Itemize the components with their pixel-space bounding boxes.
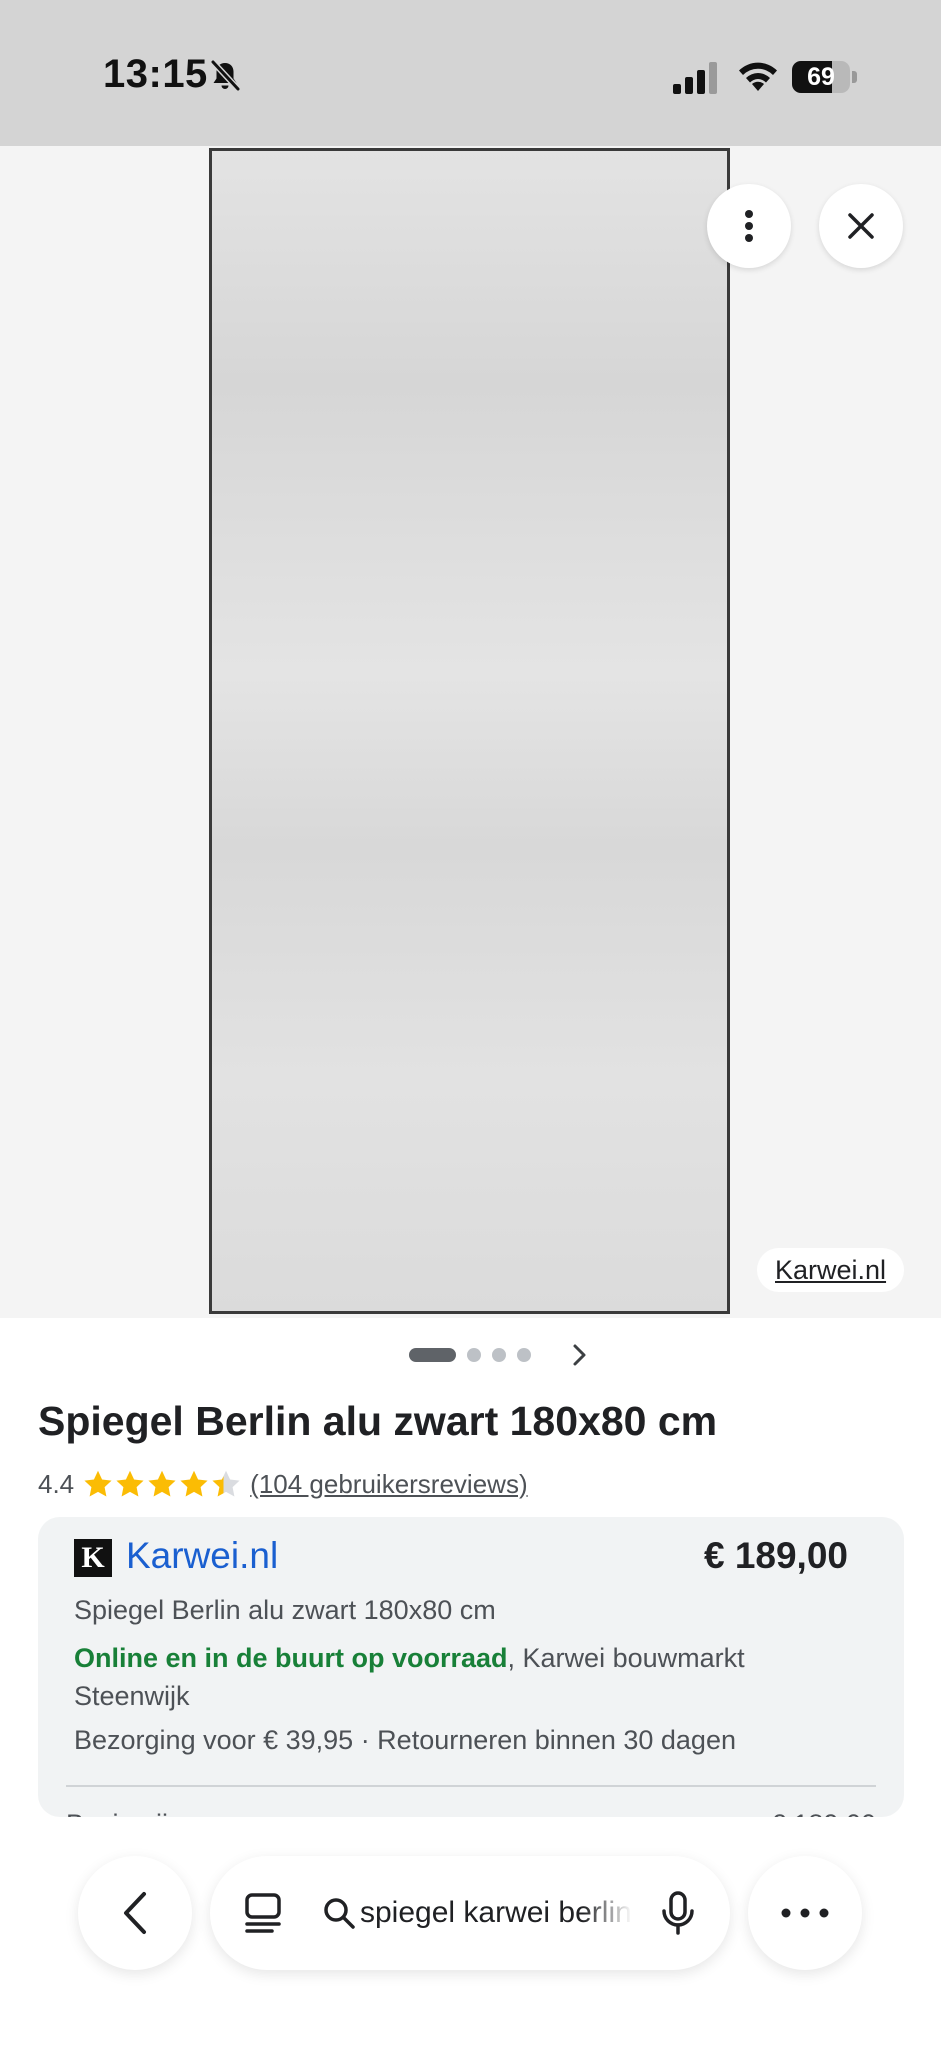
more-menu-button[interactable]	[748, 1856, 862, 1970]
carousel-dot[interactable]	[492, 1348, 506, 1362]
stock-status: Online en in de buurt op voorraad	[74, 1643, 508, 1673]
merchant-logo: K	[74, 1539, 112, 1577]
more-options-button[interactable]	[707, 184, 791, 268]
back-button[interactable]	[78, 1856, 192, 1970]
image-source-link[interactable]: Karwei.nl	[757, 1248, 905, 1292]
chevron-right-icon[interactable]	[568, 1340, 592, 1370]
more-vertical-icon	[745, 210, 753, 242]
battery-percent: 69	[807, 63, 835, 91]
status-time: 13:15	[103, 52, 208, 96]
reviews-link[interactable]: (104 gebruikersreviews)	[250, 1469, 527, 1500]
price-detail-value: € 189,00	[771, 1809, 876, 1817]
battery-icon: 69	[792, 61, 858, 93]
search-query[interactable]: spiegel karwei berlin	[360, 1892, 632, 1934]
star-icon	[148, 1470, 176, 1497]
star-icon	[180, 1470, 208, 1497]
star-icon	[116, 1470, 144, 1497]
carousel-dot-active[interactable]	[409, 1348, 456, 1362]
tabs-icon[interactable]	[244, 1892, 284, 1934]
offer-card[interactable]: K Karwei.nl € 189,00 Spiegel Berlin alu …	[38, 1517, 904, 1817]
shipping-info: Bezorging voor € 39,95 · Retourneren bin…	[74, 1725, 736, 1755]
price-detail-row: Basisprijs € 189,00	[66, 1809, 876, 1817]
wifi-icon	[739, 62, 777, 91]
rating-value: 4.4	[38, 1468, 75, 1499]
offer-product-name: Spiegel Berlin alu zwart 180x80 cm	[74, 1595, 496, 1625]
search-icon	[324, 1898, 355, 1929]
product-title: Spiegel Berlin alu zwart 180x80 cm	[38, 1398, 718, 1444]
back-icon	[124, 1892, 146, 1934]
bell-off-icon	[210, 59, 241, 92]
stock-info: Online en in de buurt op voorraad, Karwe…	[74, 1639, 834, 1715]
carousel-dot[interactable]	[517, 1348, 531, 1362]
divider	[66, 1785, 876, 1787]
more-horizontal-icon	[781, 1908, 829, 1918]
star-icon	[84, 1470, 112, 1497]
product-image[interactable]	[209, 148, 730, 1314]
status-bar: 13:15 69	[0, 0, 941, 146]
close-icon	[848, 213, 874, 239]
carousel-dot[interactable]	[467, 1348, 481, 1362]
star-rating	[82, 1469, 242, 1499]
price-detail-label: Basisprijs	[66, 1809, 182, 1817]
signal-icon	[673, 62, 717, 94]
close-button[interactable]	[819, 184, 903, 268]
star-icon	[212, 1470, 240, 1497]
image-viewer[interactable]: Karwei.nl	[0, 146, 941, 1318]
merchant-link[interactable]: Karwei.nl	[126, 1535, 278, 1577]
offer-price: € 189,00	[703, 1535, 848, 1576]
rating-row: 4.4 (104 gebruikersreviews)	[38, 1466, 528, 1502]
address-bar[interactable]: spiegel karwei berlin	[210, 1856, 730, 1970]
mic-icon[interactable]	[660, 1890, 696, 1936]
